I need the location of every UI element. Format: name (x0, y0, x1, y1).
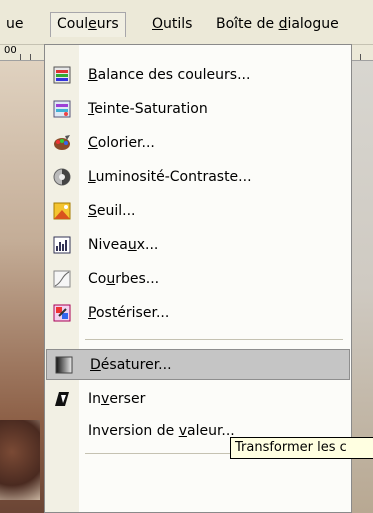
desaturate-icon (47, 349, 81, 380)
menu-item-label: Balance des couleurs... (88, 66, 251, 83)
menu-item-teinte-saturation[interactable]: Teinte-Saturation (45, 93, 351, 124)
menu-item-label: Teinte-Saturation (88, 100, 208, 117)
menu-item-balance-couleurs[interactable]: Balance des couleurs... (45, 59, 351, 90)
menu-item-colorier[interactable]: Colorier... (45, 127, 351, 158)
menu-affichage[interactable]: ue (0, 14, 30, 34)
tooltip: Transformer les c (230, 437, 373, 459)
menu-boite-de-dialogue[interactable]: Boîte de dialogue (210, 14, 345, 34)
posterize-icon (45, 297, 79, 328)
menu-item-luminosite-contraste[interactable]: Luminosité-Contraste... (45, 161, 351, 192)
menu-item-label: Niveaux... (88, 236, 159, 253)
menu-item-label: Inverser (88, 390, 146, 407)
invert-icon (45, 383, 79, 414)
brightness-contrast-icon (45, 161, 79, 192)
menu-item-niveaux[interactable]: Niveaux... (45, 229, 351, 260)
menu-item-courbes[interactable]: Courbes... (45, 263, 351, 294)
menu-couleurs[interactable]: Couleurs (50, 12, 126, 37)
ruler-mark: 00 (4, 45, 17, 56)
menu-item-label: Luminosité-Contraste... (88, 168, 252, 185)
menu-bar: ue Couleurs Outils Boîte de dialogue (0, 0, 373, 45)
menu-item-seuil[interactable]: Seuil... (45, 195, 351, 226)
image-canvas-object (0, 420, 40, 500)
menu-item-inverser[interactable]: Inverser (45, 383, 351, 414)
menu-item-label: Seuil... (88, 202, 136, 219)
curves-icon (45, 263, 79, 294)
menu-item-label: Colorier... (88, 134, 155, 151)
hue-saturation-icon (45, 93, 79, 124)
menu-item-desaturer[interactable]: Désaturer... (46, 349, 350, 380)
menu-separator (85, 339, 343, 340)
menu-item-posteriser[interactable]: Postériser... (45, 297, 351, 328)
menu-item-label: Désaturer... (90, 356, 172, 373)
levels-icon (45, 229, 79, 260)
menu-item-label: Courbes... (88, 270, 160, 287)
color-balance-icon (45, 59, 79, 90)
menu-outils[interactable]: Outils (146, 14, 198, 34)
threshold-icon (45, 195, 79, 226)
menu-item-label: Postériser... (88, 304, 170, 321)
menu-item-label: Inversion de valeur... (88, 422, 235, 439)
colorize-icon (45, 127, 79, 158)
blank-icon (45, 415, 79, 446)
